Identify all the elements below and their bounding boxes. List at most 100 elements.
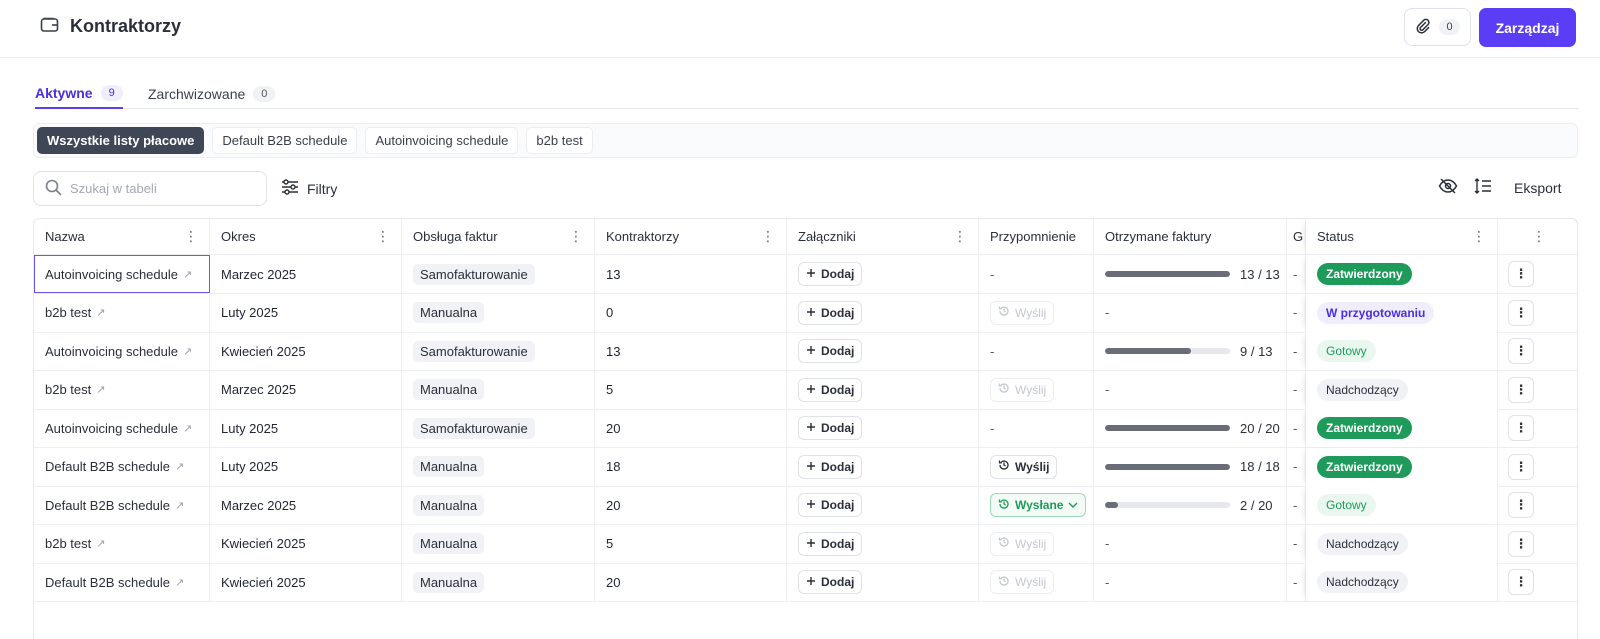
tab-active[interactable]: Aktywne 9 bbox=[35, 78, 123, 109]
plus-icon bbox=[806, 460, 816, 474]
add-attachment-button[interactable]: Dodaj bbox=[798, 262, 863, 286]
column-header-contractors[interactable]: Kontraktorzy ⋮ bbox=[595, 219, 787, 254]
filters-button[interactable]: Filtry bbox=[281, 179, 337, 198]
table-row[interactable]: b2b test ↗ Marzec 2025 Manualna 5 Dodaj … bbox=[34, 370, 1577, 410]
external-link-icon[interactable]: ↗ bbox=[175, 460, 184, 473]
row-density-icon[interactable] bbox=[1474, 178, 1492, 197]
table-row[interactable]: Default B2B schedule ↗ Marzec 2025 Manua… bbox=[34, 486, 1577, 525]
hide-columns-icon[interactable] bbox=[1438, 178, 1458, 197]
schedule-chip-all[interactable]: Wszystkie listy płacowe bbox=[37, 127, 205, 154]
g-value: - bbox=[1293, 305, 1298, 320]
cell-name[interactable]: Autoinvoicing schedule ↗ bbox=[34, 255, 210, 293]
table-row[interactable]: b2b test ↗ Kwiecień 2025 Manualna 5 Doda… bbox=[34, 524, 1577, 564]
plus-icon bbox=[806, 498, 816, 512]
progress-bar-fill bbox=[1105, 348, 1192, 354]
export-button[interactable]: Eksport bbox=[1514, 180, 1561, 196]
add-attachment-label: Dodaj bbox=[821, 498, 855, 512]
schedule-name-link[interactable]: Default B2B schedule bbox=[45, 575, 170, 590]
row-actions-button[interactable]: ⋮ bbox=[1508, 569, 1534, 595]
row-actions-button[interactable]: ⋮ bbox=[1508, 261, 1534, 287]
column-menu-icon[interactable]: ⋮ bbox=[569, 228, 583, 245]
column-header-status[interactable]: Status ⋮ bbox=[1306, 219, 1498, 254]
column-header-g[interactable]: G bbox=[1287, 219, 1306, 254]
send-reminder-button[interactable]: Wysłane bbox=[990, 493, 1087, 517]
schedule-name-link[interactable]: Autoinvoicing schedule bbox=[45, 421, 178, 436]
manage-button[interactable]: Zarządzaj bbox=[1479, 8, 1576, 47]
row-actions-button[interactable]: ⋮ bbox=[1508, 415, 1534, 441]
external-link-icon[interactable]: ↗ bbox=[175, 499, 184, 512]
add-attachment-button[interactable]: Dodaj bbox=[798, 531, 863, 556]
schedule-name-link[interactable]: Default B2B schedule bbox=[45, 498, 170, 513]
cell-status: Zatwierdzony bbox=[1306, 447, 1498, 486]
column-header-period[interactable]: Okres ⋮ bbox=[210, 219, 402, 254]
cell-name[interactable]: b2b test ↗ bbox=[34, 370, 210, 409]
column-menu-icon[interactable]: ⋮ bbox=[1532, 228, 1546, 245]
search-input[interactable] bbox=[70, 181, 240, 196]
external-link-icon[interactable]: ↗ bbox=[175, 576, 184, 589]
row-actions-button[interactable]: ⋮ bbox=[1508, 530, 1534, 557]
column-header-invoicing[interactable]: Obsługa faktur ⋮ bbox=[402, 219, 595, 254]
add-attachment-button[interactable]: Dodaj bbox=[798, 416, 863, 440]
search-box[interactable] bbox=[33, 171, 267, 206]
column-header-received-invoices[interactable]: Otrzymane faktury bbox=[1094, 219, 1287, 254]
add-attachment-button[interactable]: Dodaj bbox=[798, 493, 863, 517]
progress-bar bbox=[1105, 348, 1230, 354]
status-badge: Nadchodzący bbox=[1317, 571, 1408, 593]
column-menu-icon[interactable]: ⋮ bbox=[1472, 228, 1486, 245]
column-header-actions[interactable]: ⋮ bbox=[1498, 219, 1577, 254]
external-link-icon[interactable]: ↗ bbox=[183, 268, 192, 281]
external-link-icon[interactable]: ↗ bbox=[183, 345, 192, 358]
external-link-icon[interactable]: ↗ bbox=[183, 422, 192, 435]
cell-name[interactable]: Autoinvoicing schedule ↗ bbox=[34, 409, 210, 447]
schedule-name-link[interactable]: Autoinvoicing schedule bbox=[45, 344, 178, 359]
cell-name[interactable]: Autoinvoicing schedule ↗ bbox=[34, 332, 210, 370]
cell-name[interactable]: b2b test ↗ bbox=[34, 293, 210, 332]
table-row[interactable]: Default B2B schedule ↗ Luty 2025 Manualn… bbox=[34, 447, 1577, 487]
column-menu-icon[interactable]: ⋮ bbox=[761, 228, 775, 245]
column-header-reminder[interactable]: Przypomnienie bbox=[979, 219, 1094, 254]
schedule-name-link[interactable]: b2b test bbox=[45, 305, 91, 320]
external-link-icon[interactable]: ↗ bbox=[96, 306, 105, 319]
cell-g: - bbox=[1287, 370, 1306, 409]
attachments-button[interactable]: 0 bbox=[1404, 8, 1471, 46]
schedule-chip-b2b-test[interactable]: b2b test bbox=[526, 127, 593, 154]
row-actions-button[interactable]: ⋮ bbox=[1508, 492, 1534, 518]
schedule-name-link[interactable]: Default B2B schedule bbox=[45, 459, 170, 474]
add-attachment-button[interactable]: Dodaj bbox=[798, 454, 863, 479]
add-attachment-button[interactable]: Dodaj bbox=[798, 377, 863, 402]
column-menu-icon[interactable]: ⋮ bbox=[376, 228, 390, 245]
schedule-name-link[interactable]: b2b test bbox=[45, 536, 91, 551]
table-row[interactable]: b2b test ↗ Luty 2025 Manualna 0 Dodaj Wy… bbox=[34, 293, 1577, 333]
schedule-chip-autoinvoicing[interactable]: Autoinvoicing schedule bbox=[365, 127, 519, 154]
column-header-name[interactable]: Nazwa ⋮ bbox=[34, 219, 210, 254]
schedule-chip-default-b2b[interactable]: Default B2B schedule bbox=[212, 127, 358, 154]
tab-archived[interactable]: Zarchwizowane 0 bbox=[148, 78, 276, 109]
cell-name[interactable]: Default B2B schedule ↗ bbox=[34, 486, 210, 524]
add-attachment-button[interactable]: Dodaj bbox=[798, 339, 863, 363]
cell-status: Zatwierdzony bbox=[1306, 255, 1498, 293]
table-row[interactable]: Autoinvoicing schedule ↗ Kwiecień 2025 S… bbox=[34, 332, 1577, 371]
add-attachment-button[interactable]: Dodaj bbox=[798, 300, 863, 325]
cell-name[interactable]: Default B2B schedule ↗ bbox=[34, 447, 210, 486]
table-row[interactable]: Autoinvoicing schedule ↗ Marzec 2025 Sam… bbox=[34, 255, 1577, 294]
column-header-attachments[interactable]: Załączniki ⋮ bbox=[787, 219, 979, 254]
cell-actions: ⋮ bbox=[1498, 409, 1577, 447]
send-reminder-button[interactable]: Wyślij bbox=[990, 454, 1058, 479]
schedule-name-link[interactable]: Autoinvoicing schedule bbox=[45, 267, 178, 282]
cell-period: Kwiecień 2025 bbox=[210, 524, 402, 563]
add-attachment-label: Dodaj bbox=[821, 421, 855, 435]
column-menu-icon[interactable]: ⋮ bbox=[184, 228, 198, 245]
row-actions-button[interactable]: ⋮ bbox=[1508, 453, 1534, 480]
table-row[interactable]: Default B2B schedule ↗ Kwiecień 2025 Man… bbox=[34, 563, 1577, 602]
cell-name[interactable]: b2b test ↗ bbox=[34, 524, 210, 563]
column-menu-icon[interactable]: ⋮ bbox=[953, 228, 967, 245]
row-actions-button[interactable]: ⋮ bbox=[1508, 376, 1534, 403]
row-actions-button[interactable]: ⋮ bbox=[1508, 338, 1534, 364]
external-link-icon[interactable]: ↗ bbox=[96, 537, 105, 550]
add-attachment-button[interactable]: Dodaj bbox=[798, 570, 863, 594]
table-row[interactable]: Autoinvoicing schedule ↗ Luty 2025 Samof… bbox=[34, 409, 1577, 448]
schedule-name-link[interactable]: b2b test bbox=[45, 382, 91, 397]
row-actions-button[interactable]: ⋮ bbox=[1508, 299, 1534, 326]
cell-name[interactable]: Default B2B schedule ↗ bbox=[34, 563, 210, 601]
external-link-icon[interactable]: ↗ bbox=[96, 383, 105, 396]
